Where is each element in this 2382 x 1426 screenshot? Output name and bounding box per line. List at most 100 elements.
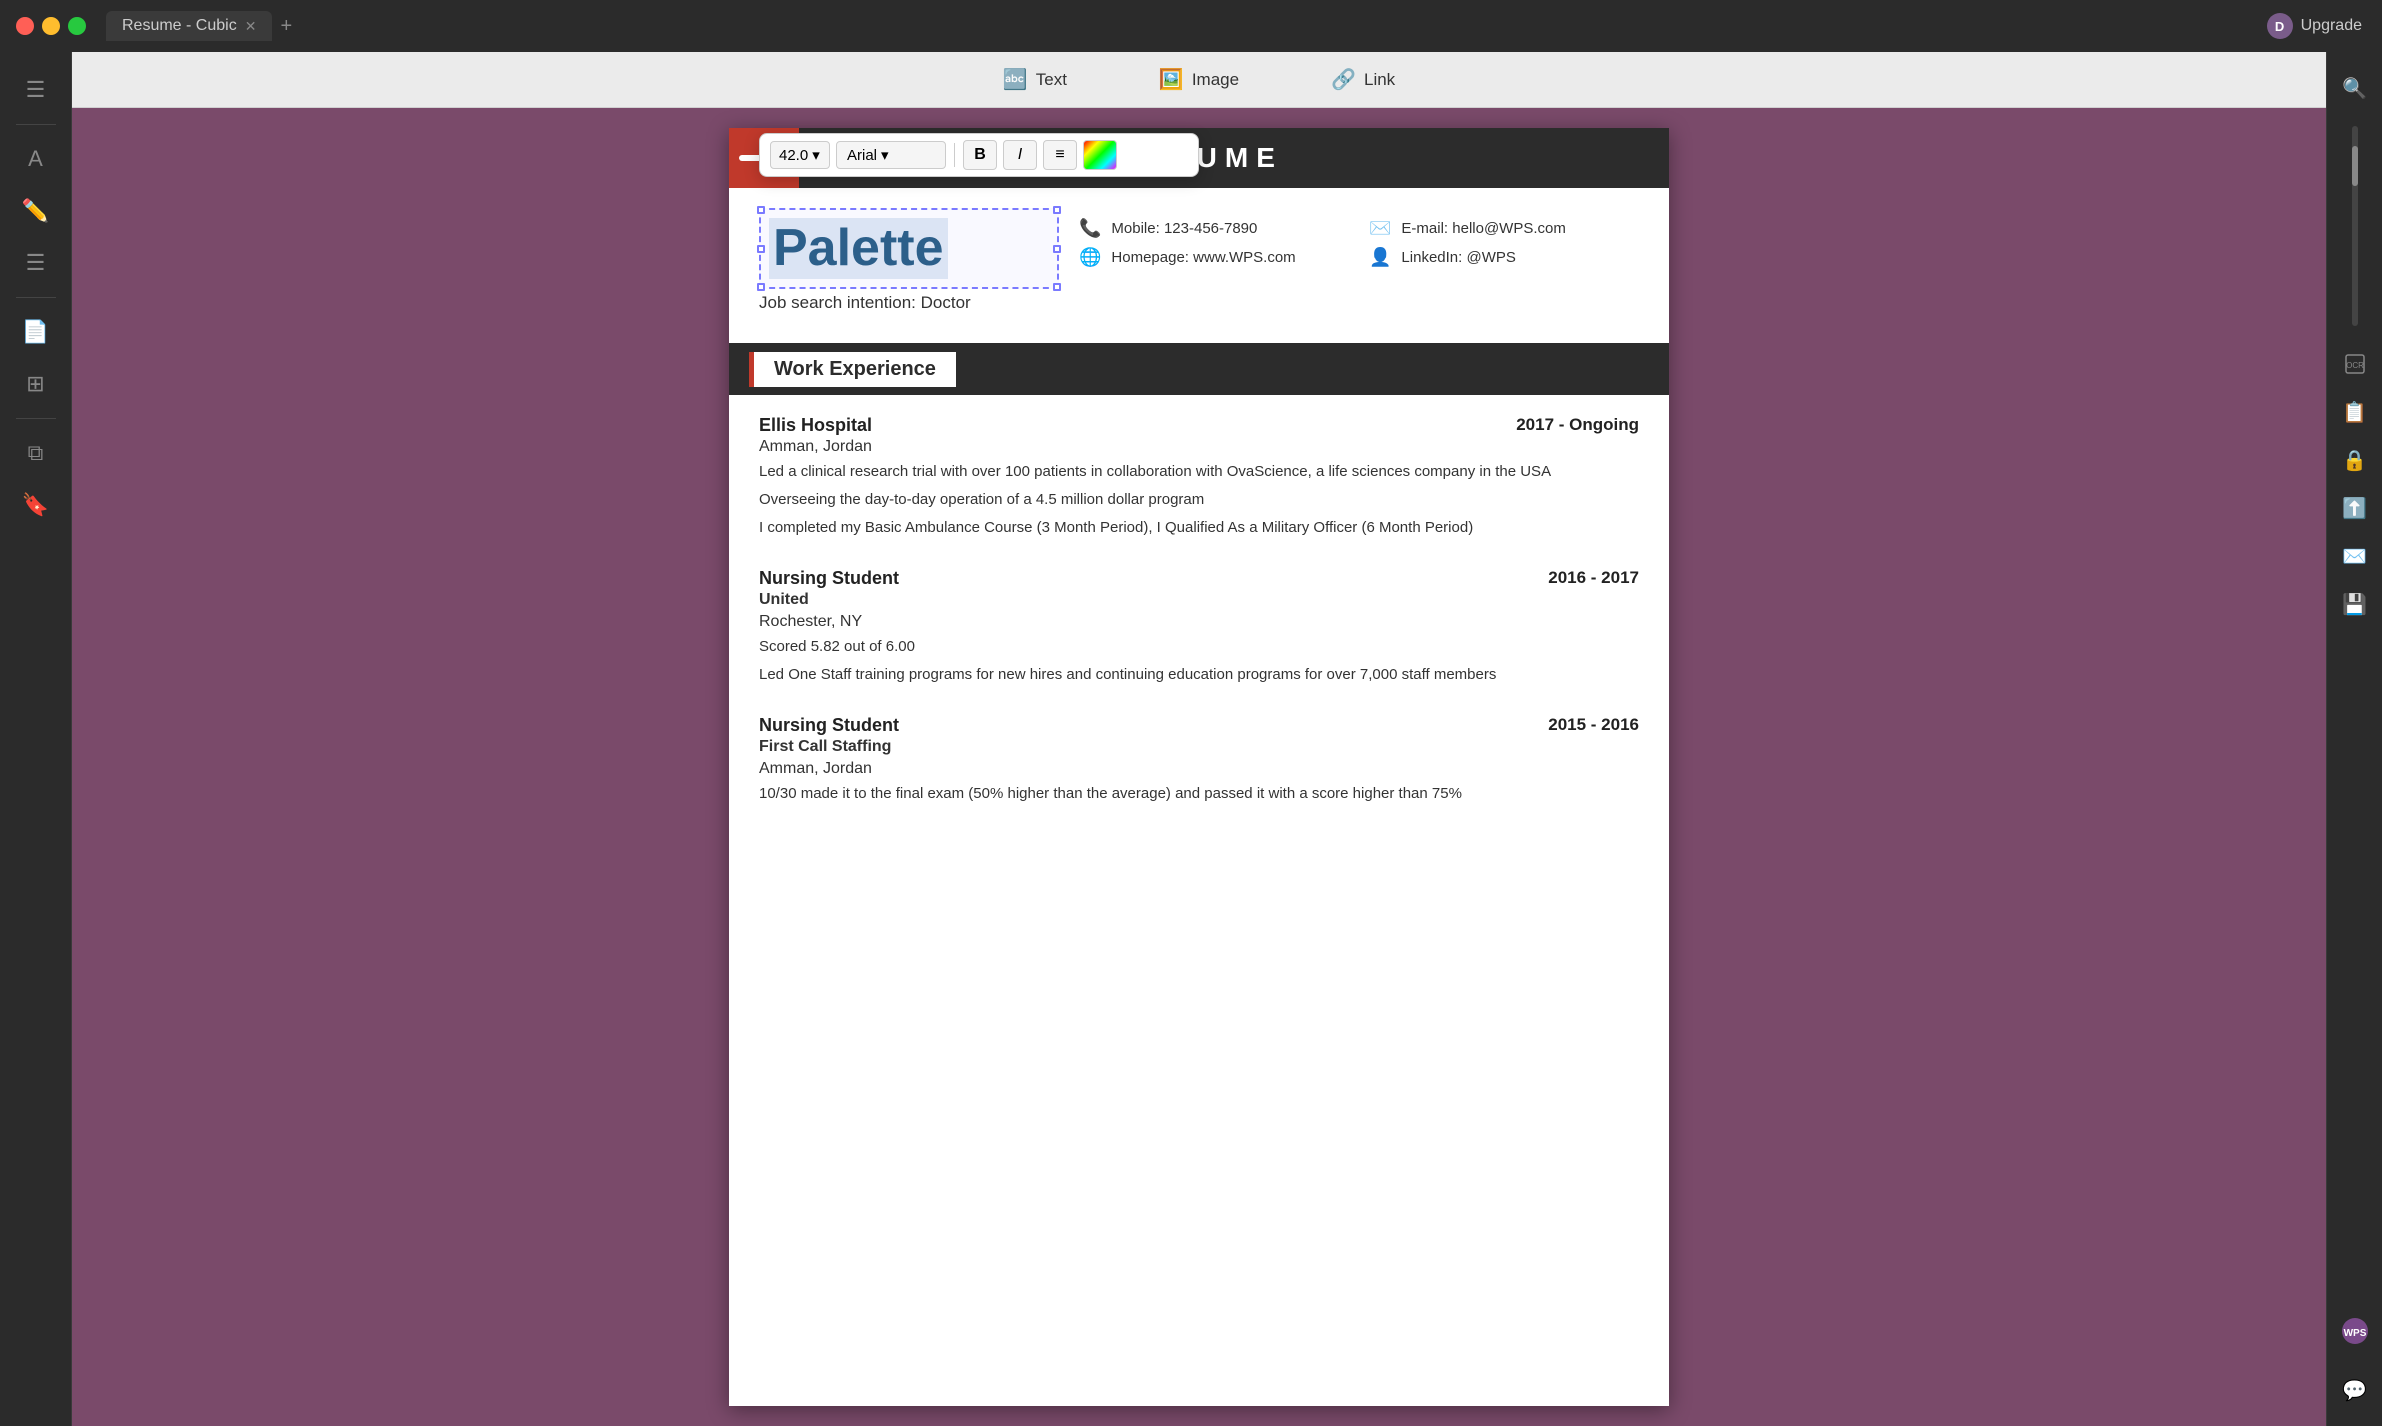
linkedin-icon: 👤	[1369, 247, 1391, 268]
toolbar-link-label: Link	[1364, 70, 1395, 90]
font-size-selector[interactable]: 42.0 ▾	[770, 141, 830, 169]
user-avatar: D	[2267, 13, 2293, 39]
handle-bottom-left[interactable]	[757, 283, 765, 291]
work-desc-3a: 10/30 made it to the final exam (50% hig…	[759, 782, 1639, 806]
active-tab[interactable]: Resume - Cubic ✕	[106, 11, 272, 41]
name-section: 42.0 ▾ Arial ▾ B	[759, 208, 1059, 313]
work-desc-2a: Scored 5.82 out of 6.00	[759, 635, 1639, 659]
font-size-value: 42.0	[779, 147, 808, 164]
close-button[interactable]	[16, 17, 34, 35]
work-section: Ellis Hospital 2017 - Ongoing Amman, Jor…	[729, 395, 1669, 854]
handle-middle-right[interactable]	[1053, 245, 1061, 253]
sidebar-item-list[interactable]: ☰	[14, 241, 58, 285]
company-name-2a: Nursing Student	[759, 568, 899, 589]
work-desc-2b: Led One Staff training programs for new …	[759, 663, 1639, 687]
email-text: E-mail: hello@WPS.com	[1401, 220, 1565, 237]
wps-logo: WPS	[2341, 1317, 2369, 1352]
svg-text:OCR: OCR	[2346, 361, 2364, 370]
italic-button[interactable]: I	[1003, 140, 1037, 170]
work-header-row-2: Nursing Student United 2016 - 2017	[759, 568, 1639, 611]
lock-icon[interactable]: 🔒	[2335, 440, 2375, 480]
handle-top-right[interactable]	[1053, 206, 1061, 214]
contact-linkedin: 👤 LinkedIn: @WPS	[1369, 247, 1639, 268]
contact-section: 📞 Mobile: 123-456-7890 ✉️ E-mail: hello@…	[1079, 208, 1639, 268]
titlebar: Resume - Cubic ✕ + D Upgrade	[0, 0, 2382, 52]
work-header-row-1: Ellis Hospital 2017 - Ongoing	[759, 415, 1639, 436]
handle-middle-left[interactable]	[757, 245, 765, 253]
sidebar-item-layers[interactable]: ⧉	[14, 431, 58, 475]
format-toolbar: 42.0 ▾ Arial ▾ B	[759, 133, 1199, 177]
work-desc-1b: Overseeing the day-to-day operation of a…	[759, 488, 1639, 512]
sidebar-item-font[interactable]: A	[14, 137, 58, 181]
document-icon[interactable]: 📋	[2335, 392, 2375, 432]
work-header-row-3: Nursing Student First Call Staffing 2015…	[759, 715, 1639, 758]
handle-top-left[interactable]	[757, 206, 765, 214]
content-area: 🔤 Text 🖼️ Image 🔗 Link RESUME	[72, 52, 2326, 1426]
toolbar-text-button[interactable]: 🔤 Text	[987, 61, 1083, 98]
handle-bottom-right[interactable]	[1053, 283, 1061, 291]
font-family-selector[interactable]: Arial ▾	[836, 141, 946, 169]
toolbar-link-button[interactable]: 🔗 Link	[1315, 61, 1411, 98]
job-search-intention: Job search intention: Doctor	[759, 293, 1059, 313]
sidebar-divider-3	[16, 418, 56, 419]
sidebar-item-table[interactable]: ⊞	[14, 362, 58, 406]
linkedin-text: LinkedIn: @WPS	[1401, 249, 1515, 266]
contact-mobile: 📞 Mobile: 123-456-7890	[1079, 218, 1349, 239]
scrollbar-thumb[interactable]	[2352, 146, 2358, 186]
bold-button[interactable]: B	[963, 140, 997, 170]
contact-email: ✉️ E-mail: hello@WPS.com	[1369, 218, 1639, 239]
tab-label: Resume - Cubic	[122, 17, 237, 35]
right-sidebar: 🔍 OCR 📋 🔒 ⬆️ ✉️ 💾 WPS 💬	[2326, 52, 2382, 1426]
work-experience-label: Work Experience	[749, 352, 956, 387]
upgrade-button[interactable]: Upgrade	[2301, 17, 2362, 35]
work-date-3: 2015 - 2016	[1548, 715, 1639, 735]
font-size-chevron: ▾	[812, 146, 820, 164]
minimize-button[interactable]	[42, 17, 60, 35]
color-picker-button[interactable]	[1083, 140, 1117, 170]
tab-close-button[interactable]: ✕	[245, 18, 257, 35]
work-location-1: Amman, Jordan	[759, 438, 1639, 456]
work-experience-section-header: Work Experience	[729, 343, 1669, 395]
selected-text-box[interactable]: Palette	[759, 208, 1059, 289]
company-name-3a: Nursing Student	[759, 715, 899, 736]
toolbar-row: 🔤 Text 🖼️ Image 🔗 Link	[72, 52, 2326, 108]
list-format-button[interactable]: ≡	[1043, 140, 1077, 170]
mail-icon[interactable]: ✉️	[2335, 536, 2375, 576]
svg-text:WPS: WPS	[2343, 1328, 2366, 1339]
sidebar-item-bookmark[interactable]: 🔖	[14, 483, 58, 527]
font-family-value: Arial	[847, 147, 877, 164]
toolbar-image-label: Image	[1192, 70, 1239, 90]
work-entry-1: Ellis Hospital 2017 - Ongoing Amman, Jor…	[759, 415, 1639, 540]
text-toolbar-icon: 🔤	[1003, 67, 1028, 92]
resume-document: RESUME 42.0 ▾ Arial	[729, 128, 1669, 1406]
resume-name[interactable]: Palette	[769, 218, 948, 279]
traffic-lights	[16, 17, 86, 35]
sidebar-item-menu[interactable]: ☰	[14, 68, 58, 112]
ocr-icon[interactable]: OCR	[2335, 344, 2375, 384]
company-name-1: Ellis Hospital	[759, 415, 872, 436]
toolbar-text-label: Text	[1036, 70, 1067, 90]
maximize-button[interactable]	[68, 17, 86, 35]
work-entry-2: Nursing Student United 2016 - 2017 Roche…	[759, 568, 1639, 687]
work-entry-3-header-left: Nursing Student First Call Staffing	[759, 715, 899, 758]
chat-icon[interactable]: 💬	[2335, 1370, 2375, 1410]
share-icon[interactable]: ⬆️	[2335, 488, 2375, 528]
work-date-2: 2016 - 2017	[1548, 568, 1639, 588]
upgrade-section: D Upgrade	[2267, 13, 2362, 39]
company-name-3b: First Call Staffing	[759, 738, 899, 756]
image-toolbar-icon: 🖼️	[1159, 67, 1184, 92]
sidebar-item-document[interactable]: 📄	[14, 310, 58, 354]
link-toolbar-icon: 🔗	[1331, 67, 1356, 92]
new-tab-button[interactable]: +	[280, 15, 292, 38]
font-family-chevron: ▾	[881, 146, 889, 164]
sidebar-item-edit[interactable]: ✏️	[14, 189, 58, 233]
toolbar-image-button[interactable]: 🖼️ Image	[1143, 61, 1255, 98]
work-date-1: 2017 - Ongoing	[1516, 415, 1639, 435]
contact-homepage: 🌐 Homepage: www.WPS.com	[1079, 247, 1349, 268]
homepage-text: Homepage: www.WPS.com	[1111, 249, 1295, 266]
sidebar-divider-2	[16, 297, 56, 298]
document-wrapper: RESUME 42.0 ▾ Arial	[72, 108, 2326, 1426]
search-icon[interactable]: 🔍	[2335, 68, 2375, 108]
company-name-2b: United	[759, 591, 899, 609]
database-icon[interactable]: 💾	[2335, 584, 2375, 624]
